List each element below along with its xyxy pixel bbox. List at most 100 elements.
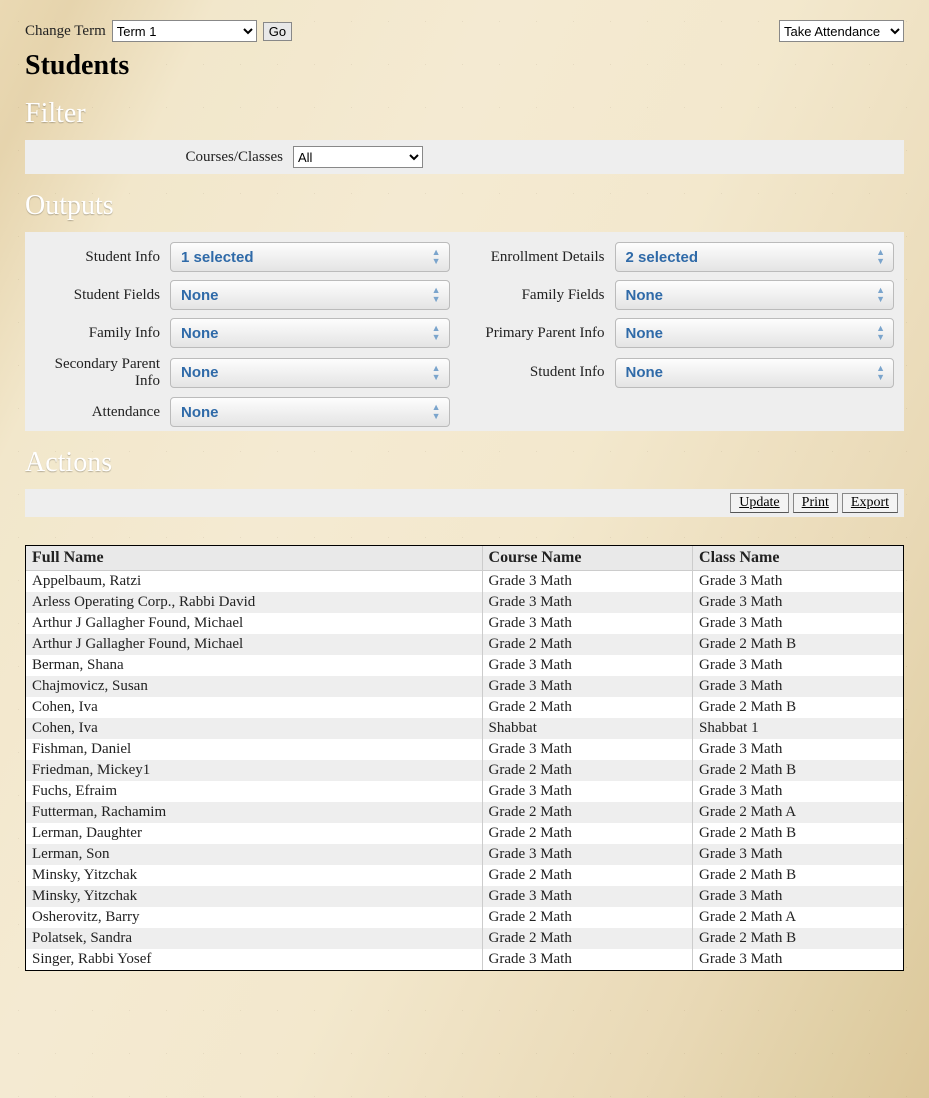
table-cell: Cohen, Iva (26, 697, 482, 718)
output-row: Student Info1 selected▲▼ (35, 242, 450, 272)
chevron-updown-icon: ▲▼ (432, 286, 441, 304)
table-cell: Grade 2 Math (482, 865, 692, 886)
output-select-primary-parent-info[interactable]: None▲▼ (615, 318, 895, 348)
chevron-updown-icon: ▲▼ (432, 248, 441, 266)
output-select-value: None (181, 325, 219, 342)
table-cell: Grade 3 Math (482, 844, 692, 865)
courses-classes-select[interactable]: All (293, 146, 423, 168)
print-button[interactable]: Print (793, 493, 838, 513)
table-cell: Grade 3 Math (482, 592, 692, 613)
table-cell: Osherovitz, Barry (26, 907, 482, 928)
output-row: Family Info None ▲▼ (35, 318, 450, 348)
output-row: Enrollment Details2 selected▲▼ (480, 242, 895, 272)
table-cell: Fuchs, Efraim (26, 781, 482, 802)
table-row[interactable]: Cohen, IvaShabbatShabbat 1 (26, 718, 903, 739)
students-table-wrap: Full NameCourse NameClass Name Appelbaum… (25, 545, 904, 971)
chevron-updown-icon: ▲▼ (876, 286, 885, 304)
table-cell: Grade 2 Math (482, 634, 692, 655)
table-cell: Grade 2 Math (482, 802, 692, 823)
table-cell: Cohen, Iva (26, 718, 482, 739)
table-row[interactable]: Cohen, IvaGrade 2 MathGrade 2 Math B (26, 697, 903, 718)
table-cell: Friedman, Mickey1 (26, 760, 482, 781)
table-cell: Shabbat 1 (693, 718, 903, 739)
table-cell: Grade 3 Math (482, 655, 692, 676)
chevron-updown-icon: ▲▼ (876, 364, 885, 382)
table-row[interactable]: Lerman, SonGrade 3 MathGrade 3 Math (26, 844, 903, 865)
output-select-value: 2 selected (626, 249, 699, 266)
column-header[interactable]: Full Name (26, 546, 482, 571)
output-select-family-fields[interactable]: None ▲▼ (615, 280, 895, 310)
table-cell: Grade 2 Math (482, 928, 692, 949)
table-row[interactable]: Osherovitz, BarryGrade 2 MathGrade 2 Mat… (26, 907, 903, 928)
output-label: Attendance (35, 404, 170, 421)
output-select-student-info[interactable]: None▲▼ (615, 358, 895, 388)
table-row[interactable]: Fuchs, EfraimGrade 3 MathGrade 3 Math (26, 781, 903, 802)
update-button[interactable]: Update (730, 493, 788, 513)
table-cell: Minsky, Yitzchak (26, 886, 482, 907)
change-term-label: Change Term (25, 23, 106, 40)
column-header[interactable]: Course Name (482, 546, 692, 571)
output-select-student-fields[interactable]: None ▲▼ (170, 280, 450, 310)
table-cell: Grade 3 Math (693, 739, 903, 760)
table-cell: Grade 3 Math (693, 676, 903, 697)
table-cell: Grade 3 Math (482, 613, 692, 634)
output-select-value: None (181, 364, 219, 381)
page-title: Students (25, 50, 904, 82)
table-row[interactable]: Berman, ShanaGrade 3 MathGrade 3 Math (26, 655, 903, 676)
table-cell: Lerman, Son (26, 844, 482, 865)
table-cell: Minsky, Yitzchak (26, 865, 482, 886)
table-cell: Grade 2 Math (482, 697, 692, 718)
table-cell: Grade 2 Math A (693, 907, 903, 928)
table-row[interactable]: Friedman, Mickey1Grade 2 MathGrade 2 Mat… (26, 760, 903, 781)
output-label: Family Info (35, 325, 170, 342)
output-select-value: None (181, 287, 219, 304)
table-cell: Grade 3 Math (482, 739, 692, 760)
column-header[interactable]: Class Name (693, 546, 903, 571)
output-row: Primary Parent InfoNone▲▼ (480, 318, 895, 348)
chevron-updown-icon: ▲▼ (432, 403, 441, 421)
output-row: AttendanceNone▲▼ (35, 397, 450, 427)
output-row: Student InfoNone▲▼ (480, 356, 895, 389)
go-button[interactable]: Go (263, 22, 292, 41)
table-cell: Grade 3 Math (693, 613, 903, 634)
chevron-updown-icon: ▲▼ (432, 324, 441, 342)
table-cell: Grade 2 Math B (693, 697, 903, 718)
table-row[interactable]: Appelbaum, RatziGrade 3 MathGrade 3 Math (26, 571, 903, 593)
section-outputs-heading: Outputs (25, 190, 904, 222)
table-cell: Grade 2 Math B (693, 634, 903, 655)
table-cell: Grade 2 Math B (693, 823, 903, 844)
table-row[interactable]: Arthur J Gallagher Found, MichaelGrade 3… (26, 613, 903, 634)
table-row[interactable]: Lerman, DaughterGrade 2 MathGrade 2 Math… (26, 823, 903, 844)
table-row[interactable]: Arless Operating Corp., Rabbi DavidGrade… (26, 592, 903, 613)
output-select-secondary-parent-info[interactable]: None▲▼ (170, 358, 450, 388)
term-select[interactable]: Term 1 (112, 20, 257, 42)
output-row: Secondary Parent InfoNone▲▼ (35, 356, 450, 389)
table-cell: Singer, Rabbi Yosef (26, 949, 482, 970)
table-cell: Arthur J Gallagher Found, Michael (26, 613, 482, 634)
output-select-attendance[interactable]: None▲▼ (170, 397, 450, 427)
table-row[interactable]: Singer, Rabbi YosefGrade 3 MathGrade 3 M… (26, 949, 903, 970)
output-select-family-info[interactable]: None ▲▼ (170, 318, 450, 348)
table-row[interactable]: Minsky, YitzchakGrade 2 MathGrade 2 Math… (26, 865, 903, 886)
take-attendance-select[interactable]: Take Attendance (779, 20, 904, 42)
table-row[interactable]: Fishman, DanielGrade 3 MathGrade 3 Math (26, 739, 903, 760)
table-cell: Grade 3 Math (693, 592, 903, 613)
table-cell: Grade 3 Math (482, 571, 692, 593)
table-row[interactable]: Minsky, YitzchakGrade 3 MathGrade 3 Math (26, 886, 903, 907)
table-cell: Fishman, Daniel (26, 739, 482, 760)
topbar-right: Take Attendance (779, 20, 904, 42)
output-label: Family Fields (480, 287, 615, 304)
table-row[interactable]: Futterman, RachamimGrade 2 MathGrade 2 M… (26, 802, 903, 823)
topbar-left: Change Term Term 1 Go (25, 20, 292, 42)
output-select-student-info[interactable]: 1 selected▲▼ (170, 242, 450, 272)
table-row[interactable]: Chajmovicz, SusanGrade 3 MathGrade 3 Mat… (26, 676, 903, 697)
output-row: Family Fields None ▲▼ (480, 280, 895, 310)
table-row[interactable]: Polatsek, SandraGrade 2 MathGrade 2 Math… (26, 928, 903, 949)
table-row[interactable]: Arthur J Gallagher Found, MichaelGrade 2… (26, 634, 903, 655)
output-select-value: None (626, 287, 664, 304)
output-select-enrollment-details[interactable]: 2 selected▲▼ (615, 242, 895, 272)
export-button[interactable]: Export (842, 493, 898, 513)
courses-classes-label: Courses/Classes (33, 149, 293, 166)
output-select-value: None (626, 325, 664, 342)
table-cell: Grade 2 Math B (693, 865, 903, 886)
